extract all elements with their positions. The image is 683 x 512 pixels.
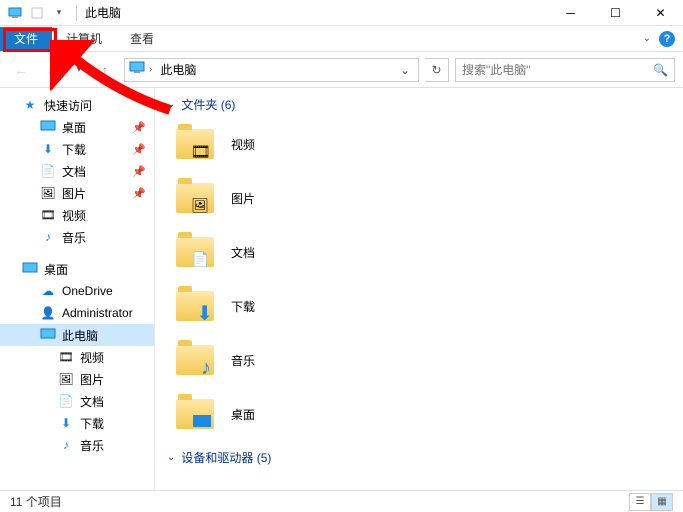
nav-pictures[interactable]: 🖼 图片 📌	[0, 182, 154, 204]
navigation-pane: ★ 快速访问 桌面 📌 ⬇ 下载 📌 📄 文档 📌 🖼 图片 📌 🎞 视频	[0, 88, 155, 490]
desktop-icon	[40, 119, 56, 135]
status-bar: 11 个项目 ☰ ▦	[0, 490, 683, 512]
search-icon: 🔍	[653, 63, 668, 77]
pc-icon	[40, 327, 56, 343]
minimize-button[interactable]: ─	[548, 0, 593, 26]
search-box[interactable]: 🔍	[455, 58, 675, 82]
breadcrumb[interactable]: 此电脑	[156, 61, 200, 78]
up-button[interactable]: ↑	[92, 57, 118, 83]
content-pane: ⌄ 文件夹 (6) 🎞 视频 🖼 图片 📄 文档 ⬇ 下载 ♪ 音乐 桌面 ⌄	[155, 88, 683, 490]
chevron-down-icon: ⌄	[167, 452, 175, 463]
address-box[interactable]: › 此电脑 ⌄	[124, 58, 419, 82]
chevron-down-icon: ⌄	[167, 99, 175, 110]
star-icon: ★	[22, 97, 38, 113]
desktop-icon	[22, 261, 38, 277]
music-icon: ♪	[40, 229, 56, 245]
nav-desktop-root[interactable]: 桌面	[0, 258, 154, 280]
folder-music[interactable]: ♪ 音乐	[155, 333, 683, 387]
nav-videos[interactable]: 🎞 视频	[0, 204, 154, 226]
tab-computer[interactable]: 计算机	[52, 27, 116, 51]
folder-pictures[interactable]: 🖼 图片	[155, 171, 683, 225]
item-count: 11 个项目	[10, 493, 62, 510]
pin-icon: 📌	[132, 165, 146, 178]
ribbon-collapse-icon[interactable]: ⌄	[643, 33, 651, 44]
nav-onedrive[interactable]: ☁ OneDrive	[0, 280, 154, 302]
address-dropdown-icon[interactable]: ⌄	[396, 63, 414, 77]
group-folders[interactable]: ⌄ 文件夹 (6)	[155, 88, 683, 117]
back-button[interactable]: ←	[8, 57, 34, 83]
folder-videos[interactable]: 🎞 视频	[155, 117, 683, 171]
view-tiles-button[interactable]: ▦	[651, 493, 673, 511]
group-devices[interactable]: ⌄ 设备和驱动器 (5)	[155, 441, 683, 470]
pin-icon: 📌	[132, 121, 146, 134]
nav-this-pc[interactable]: 此电脑	[0, 324, 154, 346]
video-icon: 🎞	[58, 349, 74, 365]
nav-pc-music[interactable]: ♪ 音乐	[0, 434, 154, 456]
user-icon: 👤	[40, 305, 56, 321]
nav-music[interactable]: ♪ 音乐	[0, 226, 154, 248]
qat-dropdown-icon[interactable]: ▾	[50, 4, 68, 22]
video-icon: 🎞	[40, 207, 56, 223]
folder-desktop[interactable]: 桌面	[155, 387, 683, 441]
pin-icon: 📌	[132, 187, 146, 200]
tab-file[interactable]: 文件	[0, 27, 52, 51]
view-details-button[interactable]: ☰	[629, 493, 651, 511]
picture-icon: 🖼	[58, 371, 74, 387]
window-title: 此电脑	[85, 4, 121, 21]
close-button[interactable]: ✕	[638, 0, 683, 26]
ribbon-tabs: 文件 计算机 查看 ⌄ ?	[0, 26, 683, 52]
download-icon: ⬇	[40, 141, 56, 157]
pin-icon: 📌	[132, 143, 146, 156]
nav-administrator[interactable]: 👤 Administrator	[0, 302, 154, 324]
chevron-right-icon: ›	[149, 64, 152, 75]
download-icon: ⬇	[58, 415, 74, 431]
nav-pc-pictures[interactable]: 🖼 图片	[0, 368, 154, 390]
nav-quick-access[interactable]: ★ 快速访问	[0, 94, 154, 116]
refresh-button[interactable]: ↻	[425, 58, 449, 82]
nav-pc-documents[interactable]: 📄 文档	[0, 390, 154, 412]
search-input[interactable]	[462, 63, 653, 77]
maximize-button[interactable]: ☐	[593, 0, 638, 26]
title-bar: ▾ 此电脑 ─ ☐ ✕	[0, 0, 683, 26]
picture-icon: 🖼	[40, 185, 56, 201]
folder-documents[interactable]: 📄 文档	[155, 225, 683, 279]
folder-downloads[interactable]: ⬇ 下载	[155, 279, 683, 333]
help-icon[interactable]: ?	[659, 31, 675, 47]
music-icon: ♪	[58, 437, 74, 453]
qat-properties-icon[interactable]	[28, 4, 46, 22]
nav-desktop[interactable]: 桌面 📌	[0, 116, 154, 138]
app-icon	[6, 4, 24, 22]
tab-view[interactable]: 查看	[116, 27, 168, 51]
document-icon: 📄	[58, 393, 74, 409]
document-icon: 📄	[40, 163, 56, 179]
nav-pc-videos[interactable]: 🎞 视频	[0, 346, 154, 368]
address-bar: ← → ▾ ↑ › 此电脑 ⌄ ↻ 🔍	[0, 52, 683, 88]
forward-button[interactable]: →	[40, 57, 66, 83]
nav-documents[interactable]: 📄 文档 📌	[0, 160, 154, 182]
cloud-icon: ☁	[40, 283, 56, 299]
recent-dropdown-icon[interactable]: ▾	[72, 57, 86, 83]
pc-icon	[129, 61, 145, 78]
nav-pc-downloads[interactable]: ⬇ 下载	[0, 412, 154, 434]
nav-downloads[interactable]: ⬇ 下载 📌	[0, 138, 154, 160]
